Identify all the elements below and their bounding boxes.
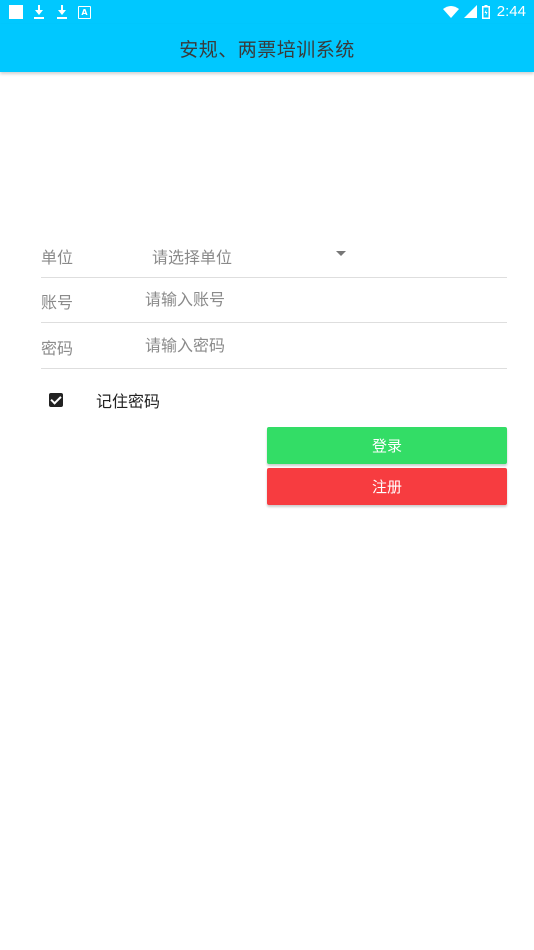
- unit-dropdown-value: 请选择单位: [152, 248, 233, 267]
- password-input[interactable]: [145, 331, 495, 359]
- page-title: 安规、两票培训系统: [179, 38, 355, 61]
- password-row: 密码: [41, 323, 507, 369]
- download-icon: [32, 4, 46, 20]
- register-button[interactable]: 注册: [267, 468, 507, 505]
- remember-password-checkbox[interactable]: [49, 393, 63, 407]
- app-notification-icon: A: [78, 5, 91, 19]
- remember-password-label: 记住密码: [96, 392, 161, 411]
- dropdown-caret-icon: [336, 251, 346, 256]
- image-notification-icon: [9, 5, 23, 19]
- remember-password: 记住密码: [49, 388, 160, 412]
- battery-icon: [481, 4, 490, 19]
- account-input[interactable]: [145, 285, 495, 313]
- account-row: 账号: [41, 277, 507, 323]
- signal-icon: [463, 5, 477, 18]
- unit-label: 单位: [41, 248, 74, 267]
- app-bar: 安规、两票培训系统: [0, 24, 534, 72]
- account-label: 账号: [41, 293, 74, 312]
- status-bar: A 2:44: [0, 0, 534, 24]
- download-icon: [55, 4, 69, 20]
- system-icons: 2:44: [442, 3, 526, 20]
- wifi-icon: [442, 5, 459, 18]
- password-label: 密码: [41, 339, 74, 358]
- unit-dropdown[interactable]: 请选择单位: [141, 232, 346, 277]
- login-button[interactable]: 登录: [267, 427, 507, 464]
- unit-row: 单位 请选择单位: [41, 232, 507, 278]
- clock: 2:44: [496, 3, 526, 20]
- notification-icons: A: [9, 4, 91, 20]
